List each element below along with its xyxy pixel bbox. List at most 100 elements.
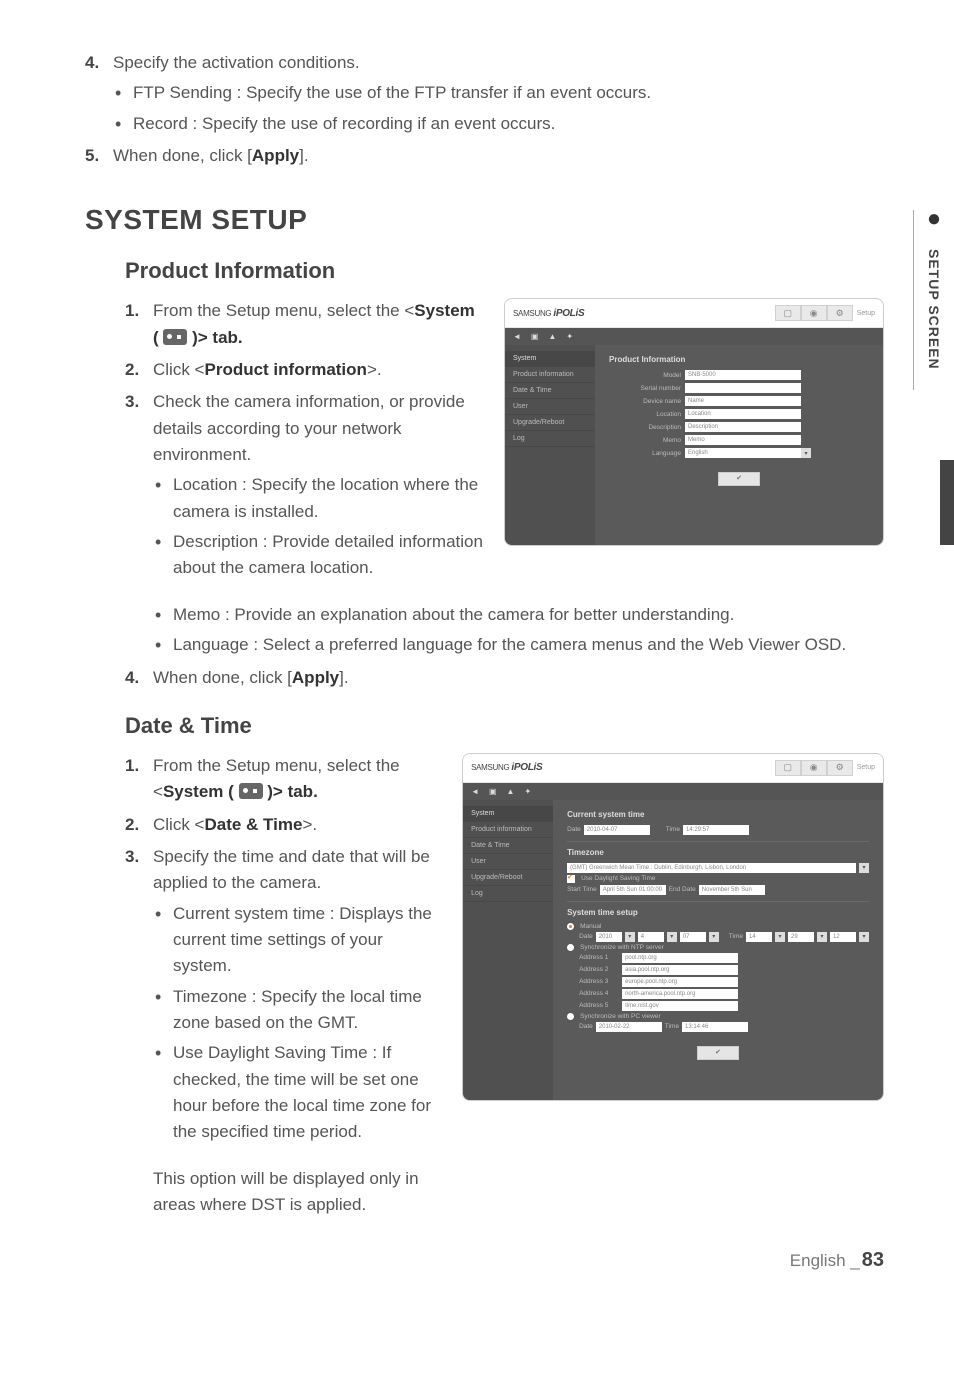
- select-language[interactable]: English: [685, 448, 801, 458]
- gear-icon: [239, 783, 263, 799]
- input-min[interactable]: 29: [788, 932, 814, 942]
- dst-note: This option will be displayed only in ar…: [153, 1166, 442, 1219]
- label-mtime: Time: [729, 933, 743, 940]
- input-location[interactable]: Location: [685, 409, 801, 419]
- chevron-down-icon[interactable]: ▾: [801, 448, 811, 458]
- sidebar-item-user[interactable]: User: [505, 399, 595, 415]
- pi-step-3: 3. Check the camera information, or prov…: [125, 389, 484, 581]
- playback-tab-icon[interactable]: ◉: [801, 760, 827, 776]
- network-icon[interactable]: ▣: [489, 787, 497, 796]
- video-icon[interactable]: ◄: [471, 787, 479, 796]
- apply-button[interactable]: ✔: [697, 1046, 739, 1060]
- apply-button[interactable]: ✔: [718, 472, 760, 486]
- step-text-post: ].: [299, 146, 308, 165]
- sidebar-item-system[interactable]: System: [505, 351, 595, 367]
- input-year[interactable]: 2010: [596, 932, 622, 942]
- input-pcdate: 2010-02-22: [596, 1022, 662, 1032]
- system-icon[interactable]: ✦: [566, 332, 573, 341]
- label-location: Location: [609, 411, 685, 418]
- sidebar-item-upgrade[interactable]: Upgrade/Reboot: [505, 415, 595, 431]
- step-num: 5.: [85, 143, 99, 169]
- event-icon[interactable]: ▲: [548, 332, 556, 341]
- chevron-down-icon[interactable]: ▾: [817, 932, 827, 942]
- bullet-memo: Memo : Provide an explanation about the …: [153, 602, 884, 628]
- chevron-down-icon[interactable]: ▾: [625, 932, 635, 942]
- step-num: 3.: [125, 844, 139, 870]
- sidebar-item-upgrade[interactable]: Upgrade/Reboot: [463, 870, 553, 886]
- input-description[interactable]: Description: [685, 422, 801, 432]
- product-info-label: Product information: [204, 360, 366, 379]
- setup-tab-icon[interactable]: ⚙: [827, 760, 853, 776]
- sidebar-item-log[interactable]: Log: [463, 886, 553, 902]
- input-addr2[interactable]: asia.pool.ntp.org: [622, 965, 738, 975]
- live-tab-icon[interactable]: ▢: [775, 760, 801, 776]
- select-timezone[interactable]: (GMT) Greenwich Mean Time : Dublin, Edin…: [567, 863, 856, 873]
- bullet-language: Language : Select a preferred language f…: [153, 632, 884, 658]
- step-post: >.: [302, 815, 317, 834]
- input-addr5[interactable]: time.nist.gov: [622, 1001, 738, 1011]
- input-addr3[interactable]: europe.pool.ntp.org: [622, 977, 738, 987]
- radio-pc[interactable]: [567, 1013, 574, 1020]
- chevron-down-icon[interactable]: ▾: [667, 932, 677, 942]
- product-info-screenshot: SAMSUNGiPOLiS ▢ ◉ ⚙ Setup ◄ ▣: [504, 298, 884, 546]
- sidebar-item-datetime[interactable]: Date & Time: [463, 838, 553, 854]
- sidebar-item-user[interactable]: User: [463, 854, 553, 870]
- input-model: SNB-5000: [685, 370, 801, 380]
- bullet-dst: Use Daylight Saving Time : If checked, t…: [153, 1040, 442, 1145]
- chevron-down-icon[interactable]: ▾: [709, 932, 719, 942]
- input-day[interactable]: 07: [680, 932, 706, 942]
- input-device[interactable]: Name: [685, 396, 801, 406]
- sidebar-item-product[interactable]: Product information: [505, 367, 595, 383]
- step-pre: When done, click [: [153, 668, 292, 687]
- intro-steps: 4. Specify the activation conditions. FT…: [85, 50, 884, 169]
- input-date: 2010-04-07: [584, 825, 650, 835]
- chevron-down-icon[interactable]: ▾: [859, 863, 869, 873]
- label-addr1: Address 1: [579, 954, 619, 961]
- label-addr2: Address 2: [579, 966, 619, 973]
- date-time-screenshot: SAMSUNGiPOLiS ▢ ◉ ⚙ Setup ◄ ▣: [462, 753, 884, 1101]
- mock-tabs: ▢ ◉ ⚙: [775, 305, 853, 321]
- input-hour[interactable]: 14: [746, 932, 772, 942]
- input-memo[interactable]: Memo: [685, 435, 801, 445]
- label-language: Language: [609, 450, 685, 457]
- dt-step-3: 3. Specify the time and date that will b…: [125, 844, 442, 1146]
- network-icon[interactable]: ▣: [531, 332, 539, 341]
- event-icon[interactable]: ▲: [507, 787, 515, 796]
- apply-label: Apply: [292, 668, 339, 687]
- input-addr1[interactable]: pool.ntp.org: [622, 953, 738, 963]
- video-icon[interactable]: ◄: [513, 332, 521, 341]
- datetime-label: Date & Time: [204, 815, 302, 834]
- footer-sep: _: [850, 1251, 859, 1270]
- label-serial: Serial number: [609, 385, 685, 392]
- label-date: Date: [567, 826, 581, 833]
- mock-header: SAMSUNGiPOLiS ▢ ◉ ⚙ Setup: [505, 299, 883, 328]
- sidebar-item-datetime[interactable]: Date & Time: [505, 383, 595, 399]
- chevron-down-icon[interactable]: ▾: [775, 932, 785, 942]
- playback-tab-icon[interactable]: ◉: [801, 305, 827, 321]
- sidebar-item-product[interactable]: Product information: [463, 822, 553, 838]
- input-start: April 5th Sun 01:00:00: [600, 885, 666, 895]
- step-pre: Click <: [153, 815, 204, 834]
- chevron-down-icon[interactable]: ▾: [859, 932, 869, 942]
- sidebar-item-system[interactable]: System: [463, 806, 553, 822]
- step-num: 4.: [125, 665, 139, 691]
- step-text: Specify the activation conditions.: [113, 53, 360, 72]
- label-timezone: Timezone: [567, 848, 869, 857]
- setup-tab-icon[interactable]: ⚙: [827, 305, 853, 321]
- system-icon[interactable]: ✦: [524, 787, 531, 796]
- radio-manual[interactable]: [567, 923, 574, 930]
- radio-ntp[interactable]: [567, 944, 574, 951]
- label-pcdate: Date: [579, 1023, 593, 1030]
- input-addr4[interactable]: north-america.pool.ntp.org: [622, 989, 738, 999]
- live-tab-icon[interactable]: ▢: [775, 305, 801, 321]
- label-model: Model: [609, 372, 685, 379]
- input-month[interactable]: 4: [638, 932, 664, 942]
- input-sec[interactable]: 12: [830, 932, 856, 942]
- label-time: Time: [666, 826, 680, 833]
- bullet-location: Location : Specify the location where th…: [153, 472, 484, 525]
- checkbox-dst[interactable]: [567, 875, 575, 883]
- bullet-cursys: Current system time : Displays the curre…: [153, 901, 442, 980]
- step-4: 4. Specify the activation conditions. FT…: [85, 50, 884, 137]
- sidebar-item-log[interactable]: Log: [505, 431, 595, 447]
- step-num: 2.: [125, 357, 139, 383]
